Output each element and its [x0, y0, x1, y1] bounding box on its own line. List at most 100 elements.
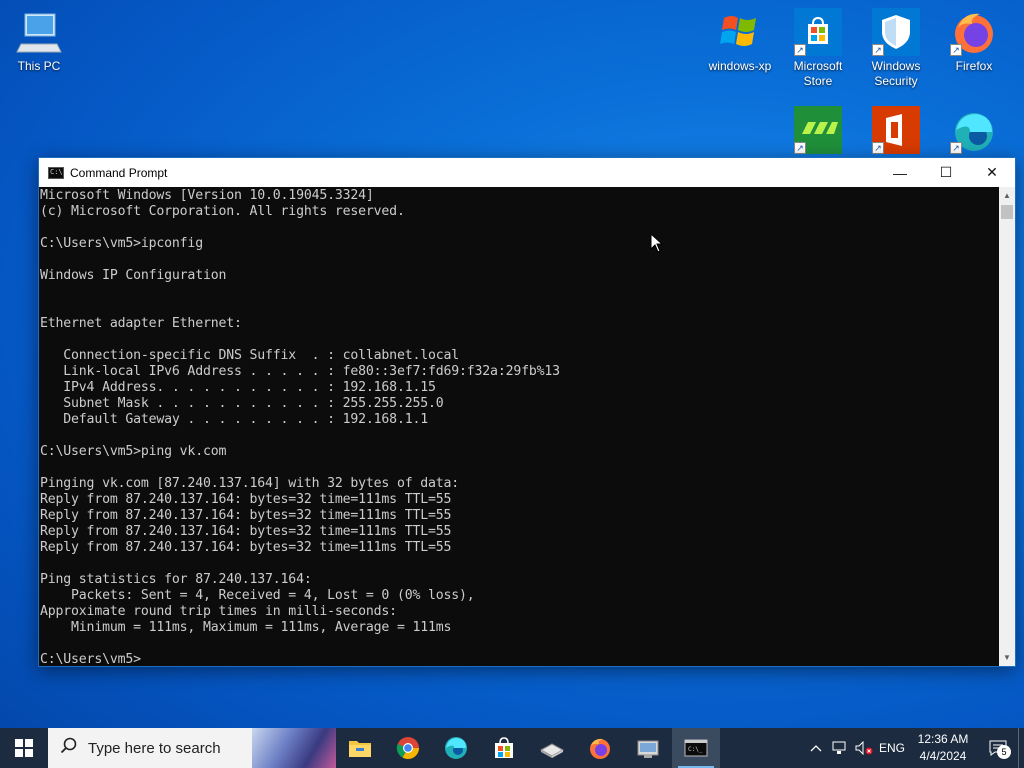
clock-date: 4/4/2024	[919, 749, 967, 763]
shortcut-arrow-icon: ↗	[950, 44, 962, 56]
desktop-icon-windows-security[interactable]: ↗ Windows Security	[858, 8, 934, 89]
console-line: C:\Users\vm5>	[40, 652, 141, 666]
console-line: Subnet Mask . . . . . . . . . . . : 255.…	[40, 396, 444, 411]
console-line: (c) Microsoft Corporation. All rights re…	[40, 204, 405, 219]
console-line: Microsoft Windows [Version 10.0.19045.33…	[40, 188, 374, 203]
language-indicator[interactable]: ENG	[876, 741, 908, 755]
console-line: IPv4 Address. . . . . . . . . . . : 192.…	[40, 380, 436, 395]
edge-icon	[445, 737, 467, 759]
taskbar-command-prompt[interactable]: C:\_	[672, 728, 720, 768]
taskbar-clock[interactable]: 12:36 AM 4/4/2024	[912, 731, 974, 765]
desktop-icon-label: windows-xp	[708, 59, 772, 73]
shortcut-arrow-icon: ↗	[794, 44, 806, 56]
desktop-icon-partial-edge[interactable]: ↗	[936, 106, 1012, 157]
start-button[interactable]	[0, 728, 48, 768]
svg-text:C:\_: C:\_	[688, 746, 703, 753]
volume-muted-icon[interactable]	[852, 741, 876, 755]
network-icon[interactable]	[828, 741, 852, 755]
chevron-up-icon[interactable]	[804, 744, 828, 752]
scroll-thumb[interactable]	[1001, 205, 1013, 219]
scroll-down-arrow-icon[interactable]: ▼	[999, 649, 1015, 666]
desktop-icon-label: Firefox	[955, 59, 993, 73]
desktop-icon-microsoft-store[interactable]: ↗ Microsoft Store	[780, 8, 856, 89]
computer-icon	[15, 8, 63, 56]
shortcut-arrow-icon: ↗	[872, 44, 884, 56]
shortcut-arrow-icon: ↗	[950, 142, 962, 154]
cmd-icon: C:\	[48, 166, 64, 179]
console-line: Default Gateway . . . . . . . . . : 192.…	[40, 412, 428, 427]
taskbar-firefox[interactable]	[576, 728, 624, 768]
console-line: Ethernet adapter Ethernet:	[40, 316, 242, 331]
maximize-button[interactable]: ☐	[923, 158, 969, 187]
taskbar-microsoft-store[interactable]	[480, 728, 528, 768]
desktop-icon-label: This PC	[17, 59, 61, 73]
clock-time: 12:36 AM	[917, 732, 969, 746]
console-line: Packets: Sent = 4, Received = 4, Lost = …	[40, 588, 475, 603]
desktop-icon-windows-xp[interactable]: windows-xp	[702, 8, 778, 74]
store-bag-icon: ↗	[794, 8, 842, 56]
console-line: Connection-specific DNS Suffix . : colla…	[40, 348, 460, 363]
console-line: Reply from 87.240.137.164: bytes=32 time…	[40, 524, 452, 539]
shortcut-arrow-icon: ↗	[872, 142, 884, 154]
desktop-icon-label: Windows Security	[871, 59, 921, 88]
console-line: Approximate round trip times in milli-se…	[40, 604, 397, 619]
scroll-up-arrow-icon[interactable]: ▲	[999, 187, 1015, 204]
console-line: C:\Users\vm5>ipconfig	[40, 236, 203, 251]
firefox-icon	[590, 738, 610, 759]
console-line: Reply from 87.240.137.164: bytes=32 time…	[40, 492, 452, 507]
console-output[interactable]: Microsoft Windows [Version 10.0.19045.33…	[39, 187, 999, 666]
firefox-icon: ↗	[950, 8, 998, 56]
console-line: Reply from 87.240.137.164: bytes=32 time…	[40, 508, 452, 523]
windows-logo-icon	[15, 739, 33, 757]
search-placeholder: Type here to search	[88, 739, 221, 757]
console-line: C:\Users\vm5>ping vk.com	[40, 444, 227, 459]
window-title: Command Prompt	[70, 165, 168, 180]
chrome-icon	[396, 737, 419, 759]
taskbar: Type here to search C:\_ ENG 12:36 AM 4/…	[0, 728, 1024, 768]
edge-icon: ↗	[950, 106, 998, 154]
network-app-icon	[637, 740, 659, 758]
taskbar-file-explorer[interactable]	[336, 728, 384, 768]
console-line: Reply from 87.240.137.164: bytes=32 time…	[40, 540, 452, 555]
system-tray: ENG 12:36 AM 4/4/2024 5	[804, 728, 1024, 768]
close-button[interactable]: ✕	[969, 158, 1015, 187]
store-bag-icon	[495, 737, 513, 758]
desktop-icon-label: Microsoft Store	[793, 59, 843, 88]
console-line: Windows IP Configuration	[40, 268, 227, 283]
taskbar-app-drive[interactable]	[528, 728, 576, 768]
command-prompt-window[interactable]: C:\ Command Prompt — ☐ ✕ Microsoft Windo…	[38, 157, 1016, 667]
minimize-button[interactable]: —	[877, 158, 923, 187]
title-bar[interactable]: C:\ Command Prompt — ☐ ✕	[39, 158, 1015, 187]
taskbar-search-box[interactable]: Type here to search	[48, 728, 336, 768]
desktop-icon-this-pc[interactable]: This PC	[1, 8, 77, 74]
shield-icon: ↗	[872, 8, 920, 56]
taskbar-edge[interactable]	[432, 728, 480, 768]
notification-count-badge: 5	[997, 745, 1011, 759]
mouse-pointer-icon	[650, 232, 664, 258]
windows-xp-flag-icon	[716, 8, 764, 56]
show-desktop-button[interactable]	[1018, 728, 1024, 768]
taskbar-app-network[interactable]	[624, 728, 672, 768]
desktop-icon-partial-green-app[interactable]: ↗	[780, 106, 856, 157]
action-center-button[interactable]: 5	[978, 728, 1018, 768]
green-app-icon: ↗	[794, 106, 842, 154]
desktop-icon-partial-office[interactable]: ↗	[858, 106, 934, 157]
console-line: Minimum = 111ms, Maximum = 111ms, Averag…	[40, 620, 452, 635]
taskbar-chrome[interactable]	[384, 728, 432, 768]
console-line: Link-local IPv6 Address . . . . . : fe80…	[40, 364, 560, 379]
shortcut-arrow-icon: ↗	[794, 142, 806, 154]
office-icon: ↗	[872, 106, 920, 154]
search-highlight-image	[252, 728, 336, 768]
desktop-icon-firefox[interactable]: ↗ Firefox	[936, 8, 1012, 74]
vertical-scrollbar[interactable]: ▲ ▼	[999, 187, 1015, 666]
cmd-icon: C:\_	[684, 739, 708, 757]
console-line: Ping statistics for 87.240.137.164:	[40, 572, 312, 587]
